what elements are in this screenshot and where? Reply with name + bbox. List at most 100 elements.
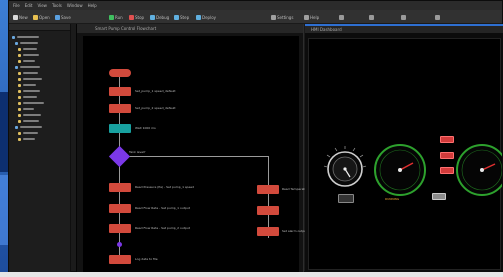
flow-block-label: Set_pump_1 speed_default	[135, 89, 176, 93]
menu-file[interactable]: File	[13, 1, 20, 10]
help-button[interactable]: Help	[304, 13, 319, 21]
flow-connector	[268, 156, 269, 238]
flow-block-label: Log data to file	[135, 257, 158, 261]
flow-block[interactable]	[109, 104, 131, 113]
auto-toggle[interactable]	[338, 194, 354, 203]
flow-block[interactable]	[109, 204, 131, 213]
flow-block[interactable]	[109, 224, 131, 233]
upload-icon	[196, 14, 201, 20]
file-icon	[18, 95, 21, 99]
flow-block[interactable]	[109, 87, 131, 96]
zoom-icon	[369, 14, 374, 20]
stop-button-label: Stop	[135, 14, 145, 20]
file-icon	[18, 101, 21, 105]
file-icon	[18, 59, 21, 63]
save-icon	[55, 14, 60, 20]
layout-button[interactable]	[339, 13, 344, 21]
tree-item-label	[20, 126, 42, 128]
menu-bar: File Edit View Tools Window Help	[9, 1, 502, 10]
menu-edit[interactable]: Edit	[25, 1, 33, 10]
flow-block[interactable]	[109, 255, 131, 264]
flowchart-tab-label: Smart Pump Control Flowchart	[95, 26, 157, 31]
deploy-button[interactable]: Deploy	[196, 13, 216, 21]
folder-icon	[15, 125, 18, 129]
gear-icon	[271, 14, 276, 20]
flowchart-editor-panel: Smart Pump Control Flowchart Set_pump_1 …	[76, 24, 333, 273]
file-icon	[18, 131, 21, 135]
open-button[interactable]: Open	[33, 13, 50, 21]
file-icon	[18, 89, 21, 93]
grid-button[interactable]	[401, 13, 406, 21]
flowchart-tab[interactable]: Smart Pump Control Flowchart	[77, 24, 303, 33]
flow-block-label: Set alarm output	[282, 229, 308, 233]
tree-item-label	[20, 42, 38, 44]
file-icon	[18, 71, 21, 75]
flow-block-label: Read Flow Rate - Set pump_2 output	[135, 226, 190, 230]
hmi-canvas: RUNNING	[308, 38, 503, 270]
start-button[interactable]	[440, 136, 454, 143]
folder-icon	[33, 14, 38, 20]
file-icon	[18, 83, 21, 87]
tree-panel-header	[9, 24, 70, 31]
flow-block[interactable]	[257, 227, 279, 236]
tree-item-label	[23, 54, 39, 56]
flow-block-label: Read Pressure (Pa) - Set pump_1 speed	[135, 185, 195, 189]
file-icon	[18, 53, 21, 57]
file-icon	[18, 119, 21, 123]
stop-button[interactable]: Stop	[129, 13, 144, 21]
flow-decision-node[interactable]	[108, 145, 131, 168]
flow-block[interactable]	[257, 185, 279, 194]
flow-start-node[interactable]	[109, 69, 131, 77]
tree-item-label	[23, 102, 44, 104]
run-button[interactable]: Run	[109, 13, 123, 21]
menu-window[interactable]: Window	[67, 1, 83, 10]
tree-item-label	[23, 138, 35, 140]
manual-button[interactable]	[432, 193, 446, 200]
status-label: RUNNING	[385, 197, 400, 201]
file-icon	[18, 107, 21, 111]
tree-item-label	[23, 60, 35, 62]
flow-connector	[119, 156, 269, 157]
tree-item-label	[23, 132, 38, 134]
open-button-label: Open	[39, 14, 50, 20]
flow-block[interactable]	[257, 206, 279, 215]
save-button[interactable]: Save	[55, 13, 71, 21]
taskbar	[0, 272, 503, 277]
step-button[interactable]: Step	[174, 13, 189, 21]
app-window: File Edit View Tools Window Help New Ope…	[8, 0, 503, 273]
flow-gauge	[456, 144, 503, 196]
window-button[interactable]	[435, 13, 440, 21]
menu-tools[interactable]: Tools	[52, 1, 62, 10]
debug-button-label: Debug	[156, 14, 170, 20]
deploy-button-label: Deploy	[202, 14, 217, 20]
debug-button[interactable]: Debug	[150, 13, 169, 21]
flow-wait-block[interactable]	[109, 124, 131, 133]
settings-button[interactable]: Settings	[271, 13, 293, 21]
zoom-button[interactable]	[369, 13, 374, 21]
run-button-label: Run	[115, 14, 123, 20]
stop-button[interactable]	[440, 152, 454, 159]
screen-root: File Edit View Tools Window Help New Ope…	[0, 0, 503, 277]
file-icon	[18, 47, 21, 51]
flow-block[interactable]	[109, 183, 131, 192]
hmi-tab[interactable]: HMI Dashboard	[305, 24, 503, 33]
tree-item[interactable]	[12, 136, 67, 142]
project-tree-panel	[9, 24, 71, 273]
new-button[interactable]: New	[13, 13, 28, 21]
step-icon	[174, 14, 179, 20]
menu-help[interactable]: Help	[88, 1, 97, 10]
flow-join-point	[117, 242, 122, 247]
flowchart-canvas[interactable]: Set_pump_1 speed_default Set_pump_2 spee…	[83, 36, 333, 273]
new-button-label: New	[19, 14, 28, 20]
flow-wait-label: Wait 1000 ms	[135, 126, 156, 130]
step-button-label: Step	[180, 14, 190, 20]
speed-knob[interactable]	[327, 151, 363, 187]
menu-view[interactable]: View	[37, 1, 47, 10]
help-button-label: Help	[310, 14, 320, 20]
hmi-panel: HMI Dashboard RUNNING	[305, 24, 503, 273]
folder-icon	[12, 35, 15, 39]
layout-icon	[339, 14, 344, 20]
grid-icon	[401, 14, 406, 20]
reset-button[interactable]	[440, 167, 454, 174]
window-icon	[435, 14, 440, 20]
